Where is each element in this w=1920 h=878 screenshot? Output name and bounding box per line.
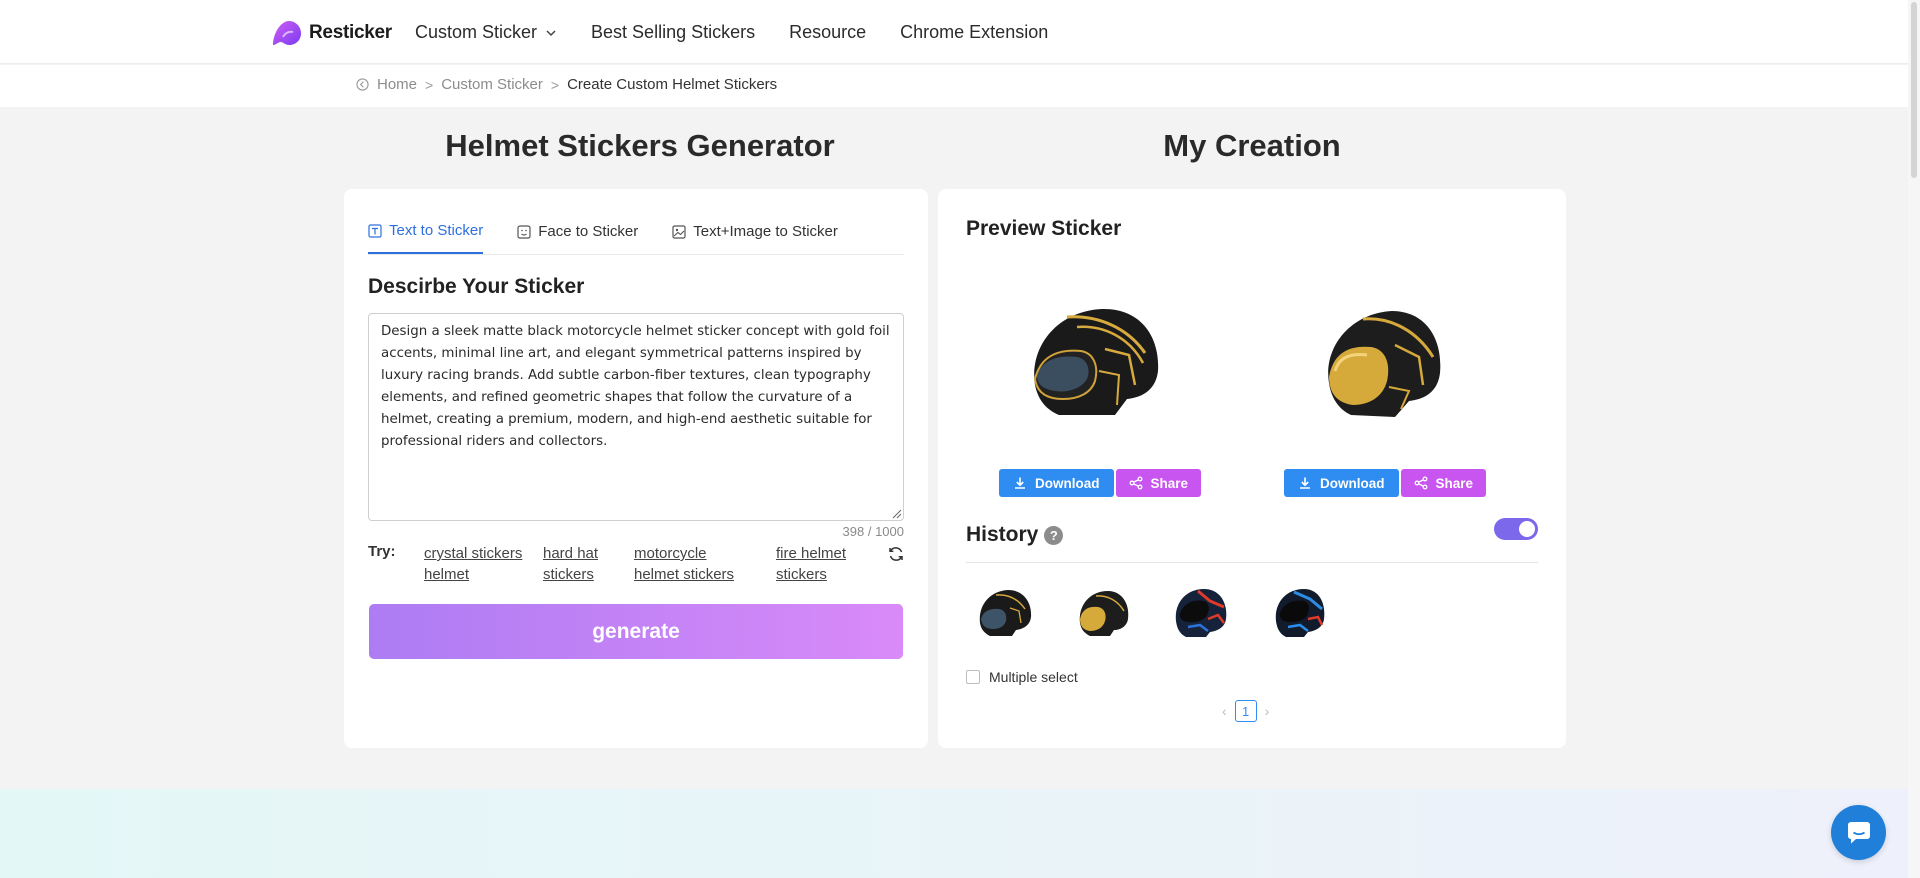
- nav-best-selling[interactable]: Best Selling Stickers: [591, 22, 755, 43]
- generate-button[interactable]: generate: [369, 604, 903, 659]
- preview-sticker-1: [992, 275, 1192, 445]
- download-button[interactable]: Download: [1284, 469, 1399, 497]
- download-label: Download: [1320, 475, 1385, 491]
- history-divider: [966, 562, 1538, 563]
- preview-1-actions: Download Share: [999, 469, 1202, 497]
- chevron-down-icon: [546, 29, 556, 36]
- preview-sticker-2: [1278, 275, 1478, 445]
- share-icon: [1129, 476, 1142, 490]
- nav-resource[interactable]: Resource: [789, 22, 866, 43]
- chat-bubble-icon: [1847, 821, 1870, 843]
- breadcrumb-separator: >: [425, 76, 434, 93]
- download-label: Download: [1035, 475, 1100, 491]
- tab-text-to-sticker[interactable]: Text to Sticker: [368, 221, 484, 254]
- prompt-input[interactable]: Design a sleek matte black motorcycle he…: [368, 313, 904, 521]
- breadcrumb-bar: Home > Custom Sticker > Create Custom He…: [0, 65, 1908, 107]
- character-counter: 398 / 1000: [842, 524, 904, 539]
- prev-page-icon[interactable]: ‹: [1222, 703, 1227, 719]
- try-link-crystal[interactable]: crystal stickers helmet: [424, 543, 524, 585]
- face-icon: [517, 224, 531, 239]
- helmet-sticker-image: [1322, 305, 1448, 423]
- nav-custom-sticker[interactable]: Custom Sticker: [415, 22, 557, 43]
- preview-title: Preview Sticker: [966, 217, 1122, 240]
- download-button[interactable]: Download: [999, 469, 1114, 497]
- history-thumb-1[interactable]: [972, 579, 1038, 645]
- brand-name: Resticker: [309, 22, 392, 43]
- nav-label: Custom Sticker: [415, 22, 538, 42]
- text-icon: [368, 223, 382, 238]
- refresh-icon[interactable]: [887, 545, 905, 563]
- try-label: Try:: [368, 543, 396, 560]
- next-page-icon[interactable]: ›: [1265, 703, 1270, 719]
- page-number[interactable]: 1: [1234, 700, 1257, 722]
- breadcrumb-current: Create Custom Helmet Stickers: [567, 76, 778, 93]
- try-link-fire[interactable]: fire helmet stickers: [776, 543, 866, 585]
- history-thumb-2[interactable]: [1070, 579, 1136, 645]
- toggle-knob: [1519, 521, 1535, 537]
- try-link-hard-hat[interactable]: hard hat stickers: [543, 543, 613, 585]
- resize-handle-icon[interactable]: [891, 508, 902, 519]
- creation-card: Preview Sticker Download Share Download …: [938, 189, 1566, 748]
- multiple-select[interactable]: Multiple select: [966, 669, 1078, 685]
- resticker-logo-icon: [273, 21, 301, 45]
- try-link-motorcycle[interactable]: motorcycle helmet stickers: [634, 543, 744, 585]
- chat-support-button[interactable]: [1831, 805, 1886, 860]
- nav-label: Best Selling Stickers: [591, 22, 756, 42]
- share-button[interactable]: Share: [1400, 469, 1487, 497]
- download-icon: [1015, 477, 1025, 489]
- history-label: History: [966, 523, 1039, 546]
- helmet-sticker-image: [1028, 302, 1166, 421]
- tab-text-image-to-sticker[interactable]: Text+Image to Sticker: [672, 221, 838, 254]
- breadcrumb-home[interactable]: Home: [377, 76, 417, 93]
- multiple-select-label: Multiple select: [989, 669, 1078, 685]
- share-button[interactable]: Share: [1115, 469, 1202, 497]
- tab-label: Text+Image to Sticker: [693, 223, 838, 240]
- brand-logo[interactable]: Resticker: [269, 15, 392, 51]
- help-icon[interactable]: ?: [1044, 525, 1064, 545]
- image-icon: [672, 224, 686, 239]
- history-thumbnails: [972, 579, 1332, 645]
- share-label: Share: [1435, 475, 1474, 491]
- download-icon: [1300, 477, 1310, 489]
- nav-label: Resource: [789, 22, 867, 42]
- breadcrumb: Home > Custom Sticker > Create Custom He…: [356, 76, 777, 93]
- top-navbar: Resticker Custom Sticker Best Selling St…: [0, 0, 1908, 64]
- multiple-select-checkbox[interactable]: [966, 670, 980, 684]
- generator-card: Text to Sticker Face to Sticker Text+Ima…: [344, 189, 928, 748]
- footer-band: [0, 789, 1908, 878]
- share-icon: [1414, 476, 1427, 490]
- page-scrollbar[interactable]: [1908, 0, 1920, 878]
- home-icon: [356, 78, 369, 91]
- generator-title: Helmet Stickers Generator: [445, 128, 835, 163]
- nav-chrome-extension[interactable]: Chrome Extension: [900, 22, 1048, 43]
- scrollbar-thumb[interactable]: [1911, 2, 1917, 178]
- nav-label: Chrome Extension: [900, 22, 1049, 42]
- tab-face-to-sticker[interactable]: Face to Sticker: [517, 221, 638, 254]
- tab-label: Text to Sticker: [389, 222, 484, 239]
- preview-2-actions: Download Share: [1284, 469, 1487, 497]
- my-creation-title: My Creation: [1163, 128, 1341, 163]
- describe-title: Descirbe Your Sticker: [368, 275, 585, 298]
- generator-tabs: Text to Sticker Face to Sticker Text+Ima…: [368, 221, 904, 255]
- breadcrumb-separator: >: [550, 76, 560, 93]
- pagination: ‹ 1 ›: [1222, 700, 1269, 722]
- main-nav: Custom Sticker Best Selling Stickers Res…: [415, 22, 1048, 43]
- history-toggle[interactable]: [1494, 518, 1538, 540]
- history-title: History ?: [966, 523, 1064, 547]
- share-label: Share: [1150, 475, 1189, 491]
- history-thumb-3[interactable]: [1168, 579, 1234, 645]
- breadcrumb-custom-sticker[interactable]: Custom Sticker: [441, 76, 543, 93]
- history-thumb-4[interactable]: [1266, 579, 1332, 645]
- tab-label: Face to Sticker: [538, 223, 639, 240]
